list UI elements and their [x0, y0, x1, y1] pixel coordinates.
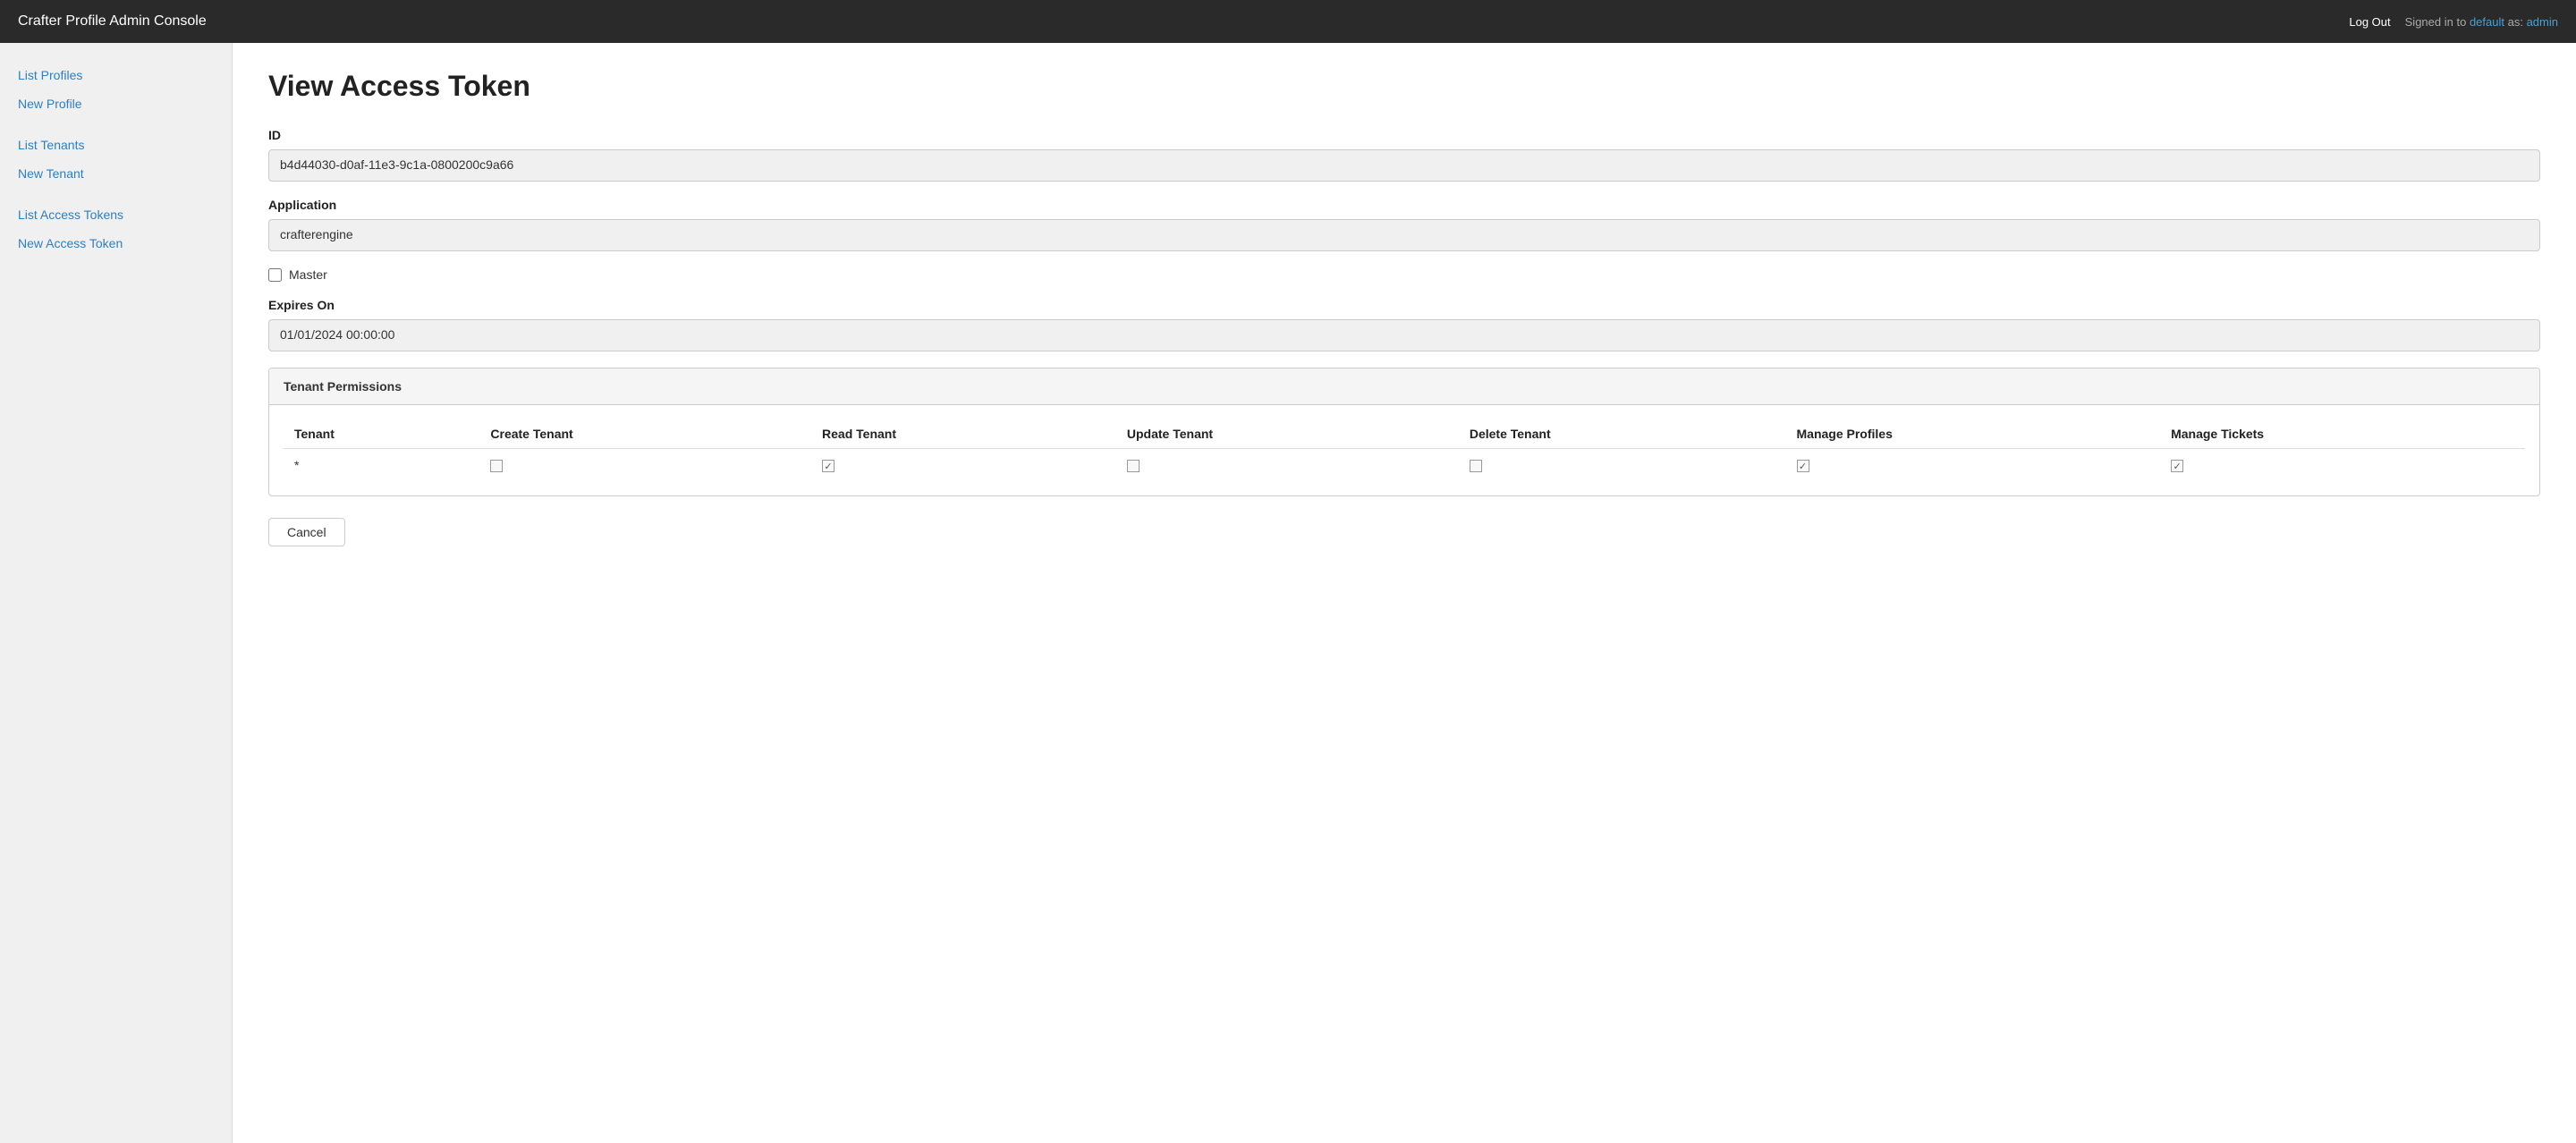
cell-tenant: *: [284, 449, 479, 482]
expires-on-value: 01/01/2024 00:00:00: [268, 319, 2540, 351]
page-title: View Access Token: [268, 70, 2540, 103]
table-row: * ✓ ✓ ✓: [284, 449, 2525, 482]
layout: List Profiles New Profile List Tenants N…: [0, 43, 2576, 1143]
master-checkbox-row: Master: [268, 267, 2540, 282]
header-right: Log Out Signed in to default as: admin: [2349, 15, 2558, 29]
sidebar-item-list-tenants[interactable]: List Tenants: [0, 131, 232, 159]
sidebar-item-new-profile[interactable]: New Profile: [0, 89, 232, 118]
expires-on-label: Expires On: [268, 298, 2540, 312]
master-checkbox[interactable]: [268, 268, 282, 282]
header: Crafter Profile Admin Console Log Out Si…: [0, 0, 2576, 43]
permissions-header: Tenant Permissions: [269, 368, 2539, 405]
id-label: ID: [268, 128, 2540, 142]
sidebar-spacer-2: [0, 188, 232, 200]
cancel-button[interactable]: Cancel: [268, 518, 345, 546]
application-value: crafterengine: [268, 219, 2540, 251]
signed-in-text: Signed in to default as: admin: [2405, 15, 2558, 29]
col-header-manage-tickets: Manage Tickets: [2160, 419, 2525, 449]
cell-update_tenant: [1116, 449, 1459, 482]
application-field-group: Application crafterengine: [268, 198, 2540, 251]
col-header-create-tenant: Create Tenant: [479, 419, 811, 449]
col-header-manage-profiles: Manage Profiles: [1786, 419, 2161, 449]
main-content: View Access Token ID b4d44030-d0af-11e3-…: [233, 43, 2576, 1143]
sidebar-item-list-access-tokens[interactable]: List Access Tokens: [0, 200, 232, 229]
id-field-group: ID b4d44030-d0af-11e3-9c1a-0800200c9a66: [268, 128, 2540, 182]
sidebar: List Profiles New Profile List Tenants N…: [0, 43, 233, 1143]
user-link[interactable]: admin: [2527, 15, 2558, 29]
permissions-table-wrap: Tenant Create Tenant Read Tenant Update …: [269, 405, 2539, 495]
app-title: Crafter Profile Admin Console: [18, 13, 207, 30]
id-value: b4d44030-d0af-11e3-9c1a-0800200c9a66: [268, 149, 2540, 182]
read_tenant-checkbox[interactable]: ✓: [822, 460, 835, 472]
cell-create_tenant: [479, 449, 811, 482]
cell-read_tenant: ✓: [811, 449, 1116, 482]
sidebar-item-new-tenant[interactable]: New Tenant: [0, 159, 232, 188]
expires-on-field-group: Expires On 01/01/2024 00:00:00: [268, 298, 2540, 351]
master-label: Master: [289, 267, 327, 282]
permissions-table: Tenant Create Tenant Read Tenant Update …: [284, 419, 2525, 481]
cell-manage_tickets: ✓: [2160, 449, 2525, 482]
sidebar-item-list-profiles[interactable]: List Profiles: [0, 61, 232, 89]
col-header-tenant: Tenant: [284, 419, 479, 449]
col-header-update-tenant: Update Tenant: [1116, 419, 1459, 449]
create_tenant-checkbox[interactable]: [490, 460, 503, 472]
table-header-row: Tenant Create Tenant Read Tenant Update …: [284, 419, 2525, 449]
manage_tickets-checkbox[interactable]: ✓: [2171, 460, 2183, 472]
manage_profiles-checkbox[interactable]: ✓: [1797, 460, 1809, 472]
application-label: Application: [268, 198, 2540, 212]
update_tenant-checkbox[interactable]: [1127, 460, 1140, 472]
delete_tenant-checkbox[interactable]: [1470, 460, 1482, 472]
tenant-link[interactable]: default: [2470, 15, 2504, 29]
col-header-delete-tenant: Delete Tenant: [1459, 419, 1786, 449]
cell-delete_tenant: [1459, 449, 1786, 482]
cell-manage_profiles: ✓: [1786, 449, 2161, 482]
sidebar-spacer-1: [0, 118, 232, 131]
logout-button[interactable]: Log Out: [2349, 15, 2390, 29]
sidebar-item-new-access-token[interactable]: New Access Token: [0, 229, 232, 258]
permissions-panel: Tenant Permissions Tenant Create Tenant …: [268, 368, 2540, 496]
col-header-read-tenant: Read Tenant: [811, 419, 1116, 449]
